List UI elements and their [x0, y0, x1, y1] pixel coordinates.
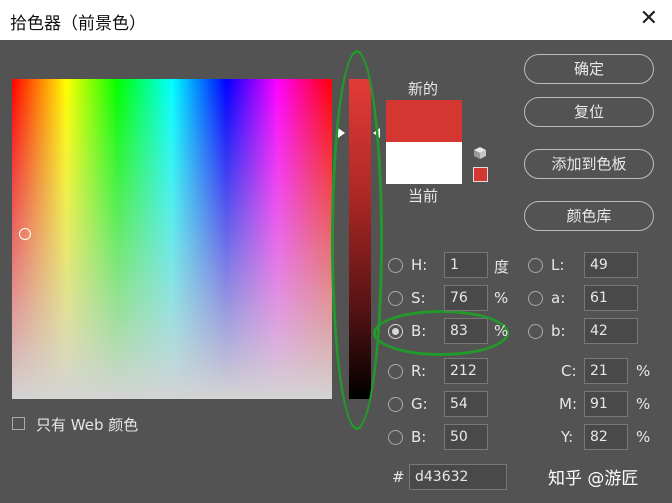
- m-field[interactable]: 91: [584, 391, 628, 417]
- reset-button[interactable]: 复位: [524, 97, 654, 127]
- b-label: B:: [411, 322, 427, 340]
- color-field-marker[interactable]: [19, 228, 31, 240]
- s-label: S:: [411, 289, 426, 307]
- window-title: 拾色器（前景色）: [10, 14, 146, 34]
- s-field[interactable]: 76: [444, 285, 488, 311]
- hex-field[interactable]: d43632: [409, 464, 507, 490]
- l-label: L:: [551, 256, 565, 274]
- watermark: 知乎 @游匠: [548, 469, 639, 489]
- y-label: Y:: [561, 428, 574, 446]
- b-field[interactable]: 83: [444, 318, 488, 344]
- radio-l[interactable]: [528, 258, 543, 273]
- h-label: H:: [411, 256, 428, 274]
- blue-field[interactable]: 50: [444, 424, 488, 450]
- radio-a[interactable]: [528, 291, 543, 306]
- c-unit: %: [636, 362, 651, 380]
- ok-button[interactable]: 确定: [524, 54, 654, 84]
- h-unit: 度: [494, 258, 510, 276]
- g-field[interactable]: 54: [444, 391, 488, 417]
- r-label: R:: [411, 362, 427, 380]
- radio-lab-b[interactable]: [528, 324, 543, 339]
- color-slider[interactable]: [349, 79, 371, 399]
- g-label: G:: [411, 395, 428, 413]
- new-color-label: 新的: [408, 80, 439, 98]
- y-field[interactable]: 82: [584, 424, 628, 450]
- radio-r[interactable]: [388, 364, 403, 379]
- a-field[interactable]: 61: [584, 285, 638, 311]
- lab-b-label: b:: [551, 322, 566, 340]
- radio-h[interactable]: [388, 258, 403, 273]
- gamut-warning-icon[interactable]: [473, 167, 488, 182]
- color-libraries-button[interactable]: 颜色库: [524, 201, 654, 231]
- radio-b[interactable]: [388, 324, 403, 339]
- current-color-swatch[interactable]: [386, 142, 462, 184]
- add-to-swatches-button[interactable]: 添加到色板: [524, 149, 654, 179]
- l-field[interactable]: 49: [584, 252, 638, 278]
- h-field[interactable]: 1: [444, 252, 488, 278]
- radio-g[interactable]: [388, 397, 403, 412]
- color-field[interactable]: [12, 79, 332, 399]
- close-icon[interactable]: ✕: [640, 7, 658, 31]
- c-label: C:: [561, 362, 577, 380]
- slider-handle-left[interactable]: [338, 128, 345, 138]
- web-colors-label: 只有 Web 颜色: [36, 416, 139, 434]
- b-unit: %: [494, 322, 509, 340]
- slider-handle-right[interactable]: [373, 128, 380, 138]
- m-label: M:: [559, 395, 577, 413]
- m-unit: %: [636, 395, 651, 413]
- lab-b-field[interactable]: 42: [584, 318, 638, 344]
- cube-icon[interactable]: [473, 146, 487, 160]
- c-field[interactable]: 21: [584, 358, 628, 384]
- hex-label: #: [392, 468, 405, 486]
- a-label: a:: [551, 289, 566, 307]
- web-colors-checkbox[interactable]: [12, 417, 25, 430]
- s-unit: %: [494, 289, 509, 307]
- title-bar: 拾色器（前景色） ✕: [0, 0, 672, 40]
- blue-label: B:: [411, 428, 427, 446]
- current-color-label: 当前: [408, 187, 439, 205]
- radio-blue[interactable]: [388, 430, 403, 445]
- y-unit: %: [636, 428, 651, 446]
- radio-s[interactable]: [388, 291, 403, 306]
- r-field[interactable]: 212: [444, 358, 488, 384]
- new-color-swatch: [386, 100, 462, 142]
